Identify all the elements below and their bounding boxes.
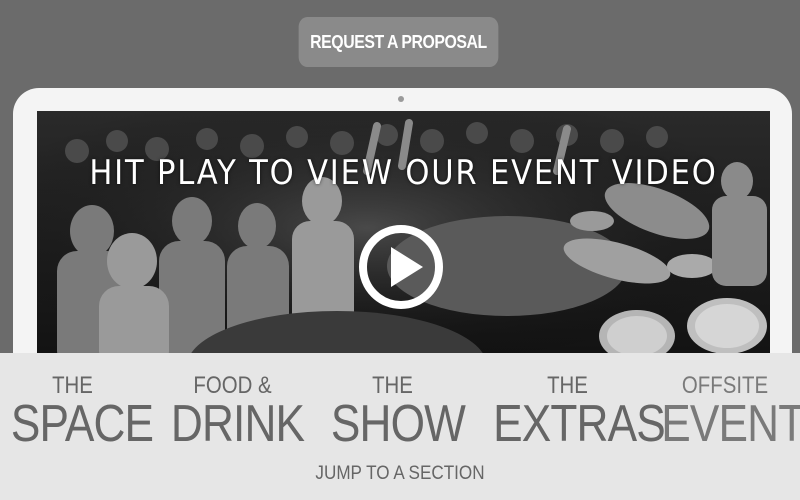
nav-item-the-show[interactable]: THE SHOW bbox=[320, 373, 466, 453]
nav-item-big-label: EXTRAS bbox=[493, 395, 666, 453]
section-nav: THE SPACE FOOD & DRINK THE SHOW THE EXTR… bbox=[0, 353, 800, 500]
nav-item-offsite-events[interactable]: OFFSITE EVENTS bbox=[650, 373, 800, 453]
play-icon[interactable] bbox=[357, 223, 445, 311]
nav-item-food-drink[interactable]: FOOD & DRINK bbox=[160, 373, 305, 453]
nav-item-big-label: EVENTS bbox=[661, 395, 800, 453]
nav-item-big-label: DRINK bbox=[170, 395, 305, 453]
jump-to-section-label: JUMP TO A SECTION bbox=[315, 463, 485, 484]
laptop-frame: HIT PLAY TO VIEW OUR EVENT VIDEO bbox=[13, 88, 792, 388]
camera-dot bbox=[398, 96, 404, 102]
nav-item-the-extras[interactable]: THE EXTRAS bbox=[480, 373, 666, 453]
request-proposal-button[interactable]: REQUEST A PROPOSAL bbox=[298, 17, 499, 67]
nav-item-big-label: SPACE bbox=[10, 395, 154, 453]
video-player[interactable]: HIT PLAY TO VIEW OUR EVENT VIDEO bbox=[37, 111, 770, 371]
nav-item-big-label: SHOW bbox=[330, 395, 466, 453]
nav-item-the-space[interactable]: THE SPACE bbox=[0, 373, 154, 453]
video-title: HIT PLAY TO VIEW OUR EVENT VIDEO bbox=[89, 153, 718, 193]
